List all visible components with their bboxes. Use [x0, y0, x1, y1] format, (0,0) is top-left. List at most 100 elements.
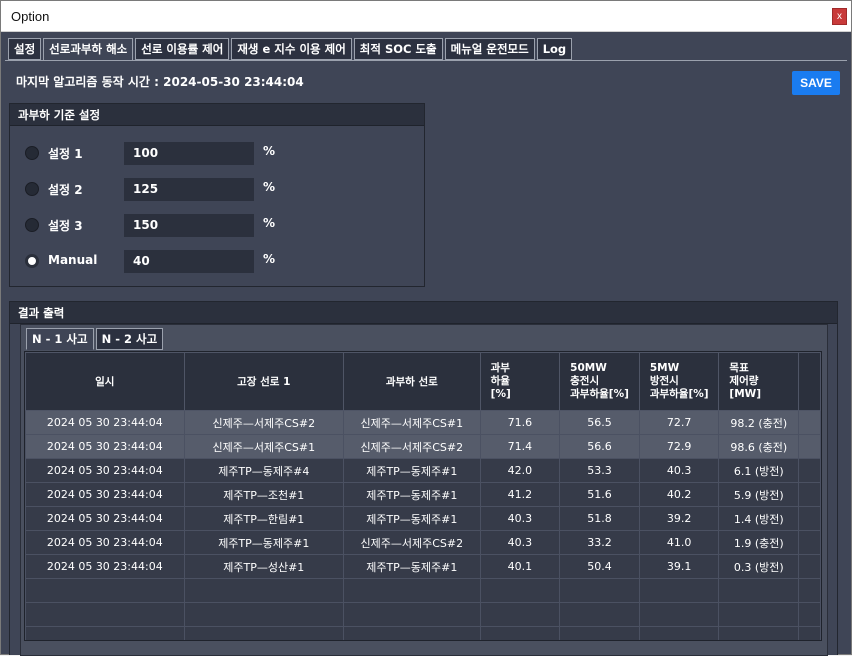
setting-value-input[interactable]: 125: [124, 178, 254, 201]
table-cell-spacer: [798, 506, 821, 531]
result-tab-1[interactable]: N - 2 사고: [95, 328, 164, 350]
table-cell: 제주TP—동제주#4: [183, 458, 344, 483]
table-cell: [559, 626, 640, 640]
column-header-line: [%]: [490, 388, 511, 400]
result-table: 일시 고장 선로 1 과부하 선로 과부 하율 [%] 50MW 충전시 과부하율[%] 5MW 방…: [25, 352, 821, 640]
table-cell: 40.3: [479, 530, 561, 555]
table-cell: 51.6: [559, 482, 640, 507]
result-tab-bar: N - 1 사고 N - 2 사고: [26, 328, 164, 350]
table-cell: 41.2: [479, 482, 561, 507]
setting-row-2: 설정 2 125%: [24, 178, 294, 201]
table-row[interactable]: 2024 05 30 23:44:04 제주TP—성산#1 제주TP—동제주#1 40…: [25, 554, 821, 579]
main-tab-bar: 설정 선로과부하 해소 선로 이용률 제어 재생 e 지수 이용 제어 최적 SOC 도…: [8, 38, 573, 61]
table-row[interactable]: 2024 05 30 23:44:04 제주TP—한림#1 제주TP—동제주#1 40…: [25, 506, 821, 531]
column-header-line: 50MW: [570, 362, 607, 374]
overload-settings-group: 과부하 기준 설정 설정 1 100% 설정 2 125% 설정 3 150% Manual…: [9, 103, 425, 287]
table-cell: 40.2: [638, 482, 720, 507]
setting-value-input[interactable]: 40: [124, 250, 254, 273]
table-cell-spacer: [798, 410, 821, 435]
column-header-line: 과부하 선로: [385, 376, 438, 388]
table-cell: 제주TP—동제주#1: [342, 482, 481, 507]
column-header-2[interactable]: 과부하 선로: [342, 352, 481, 411]
table-cell: [718, 602, 800, 627]
tab-3[interactable]: 재생 e 지수 이용 제어: [231, 38, 352, 60]
save-button[interactable]: SAVE: [792, 71, 840, 95]
column-header-line: 일시: [95, 376, 115, 388]
table-cell: [342, 602, 481, 627]
table-cell: 40.1: [479, 554, 561, 579]
table-header-row: 일시 고장 선로 1 과부하 선로 과부 하율 [%] 50MW 충전시 과부하율[%] 5MW 방…: [25, 352, 821, 411]
column-header-6[interactable]: 목표 제어량 [MW]: [718, 352, 800, 411]
setting-radio[interactable]: [25, 254, 39, 268]
tab-1[interactable]: 선로과부하 해소: [43, 38, 134, 61]
table-cell: 제주TP—동제주#1: [183, 530, 344, 555]
table-cell: 72.7: [638, 410, 720, 435]
setting-row-1: 설정 1 100%: [24, 142, 294, 165]
tab-0[interactable]: 설정: [8, 38, 42, 60]
column-header-line: 과부하율[%]: [649, 388, 709, 400]
setting-value-input[interactable]: 100: [124, 142, 254, 165]
table-cell: [342, 578, 481, 603]
table-cell: 50.4: [559, 554, 640, 579]
table-cell: 98.2 (충전): [718, 410, 800, 435]
table-row[interactable]: 2024 05 30 23:44:04 제주TP—동제주#4 제주TP—동제주#1 4…: [25, 458, 821, 483]
setting-radio[interactable]: [25, 146, 39, 160]
table-cell: [183, 602, 344, 627]
tab-2[interactable]: 선로 이용률 제어: [135, 38, 230, 60]
setting-radio[interactable]: [25, 182, 39, 196]
empty-table-row: [25, 578, 821, 603]
column-header-line: 방전시: [649, 375, 679, 387]
table-cell: 39.1: [638, 554, 720, 579]
table-row[interactable]: 2024 05 30 23:44:04 신제주—서제주CS#1 신제주—서제주CS#…: [25, 434, 821, 459]
column-header-line: 충전시: [570, 375, 600, 387]
tab-4[interactable]: 최적 SOC 도출: [353, 38, 443, 60]
setting-label: 설정 1: [48, 147, 83, 161]
table-cell: 2024 05 30 23:44:04: [25, 434, 185, 459]
table-cell: 신제주—서제주CS#2: [342, 530, 481, 555]
table-row[interactable]: 2024 05 30 23:44:04 신제주—서제주CS#2 신제주—서제주CS#…: [25, 410, 821, 435]
column-header-0[interactable]: 일시: [25, 352, 185, 411]
setting-label: 설정 3: [48, 219, 83, 233]
column-header-line: 고장 선로 1: [237, 376, 291, 388]
table-row[interactable]: 2024 05 30 23:44:04 제주TP—조천#1 제주TP—동제주#1 41…: [25, 482, 821, 507]
table-cell: 2024 05 30 23:44:04: [25, 506, 185, 531]
empty-table-row: [25, 602, 821, 627]
table-cell: 40.3: [479, 506, 561, 531]
table-cell: 신제주—서제주CS#1: [183, 434, 344, 459]
table-cell: 제주TP—동제주#1: [342, 554, 481, 579]
table-cell: 2024 05 30 23:44:04: [25, 554, 185, 579]
window-title: Option: [11, 9, 50, 24]
table-cell: 42.0: [479, 458, 561, 483]
column-header-line: 목표: [729, 362, 749, 374]
table-cell: 71.4: [479, 434, 561, 459]
column-header-line: [MW]: [729, 388, 762, 400]
column-header-1[interactable]: 고장 선로 1: [183, 352, 344, 411]
column-header-3[interactable]: 과부 하율 [%]: [479, 352, 561, 411]
table-cell: 제주TP—한림#1: [183, 506, 344, 531]
column-header-5[interactable]: 5MW 방전시 과부하율[%]: [638, 352, 720, 411]
tab-5[interactable]: 메뉴얼 운전모드: [444, 38, 535, 60]
table-cell: [559, 602, 640, 627]
table-cell: [718, 578, 800, 603]
table-cell: 1.4 (방전): [718, 506, 800, 531]
result-tab-0[interactable]: N - 1 사고: [26, 328, 94, 350]
setting-value-input[interactable]: 150: [124, 214, 254, 237]
setting-radio[interactable]: [25, 218, 39, 232]
table-cell: [559, 578, 640, 603]
setting-row-3: 설정 3 150%: [24, 214, 294, 237]
table-cell-spacer: [798, 554, 821, 579]
table-cell: 2024 05 30 23:44:04: [25, 482, 185, 507]
title-bar[interactable]: Option x: [1, 1, 851, 32]
table-cell: 98.6 (충전): [718, 434, 800, 459]
table-cell: 제주TP—성산#1: [183, 554, 344, 579]
table-cell: [25, 578, 185, 603]
column-header-line: 제어량: [729, 375, 759, 387]
close-button[interactable]: x: [832, 8, 847, 25]
table-cell: 51.8: [559, 506, 640, 531]
table-cell: 53.3: [559, 458, 640, 483]
table-row[interactable]: 2024 05 30 23:44:04 제주TP—동제주#1 신제주—서제주CS#2…: [25, 530, 821, 555]
column-header-4[interactable]: 50MW 충전시 과부하율[%]: [559, 352, 640, 411]
result-grid[interactable]: 일시 고장 선로 1 과부하 선로 과부 하율 [%] 50MW 충전시 과부하율[%] 5MW 방…: [24, 351, 822, 641]
table-cell: [798, 578, 821, 603]
tab-6[interactable]: Log: [536, 38, 573, 60]
